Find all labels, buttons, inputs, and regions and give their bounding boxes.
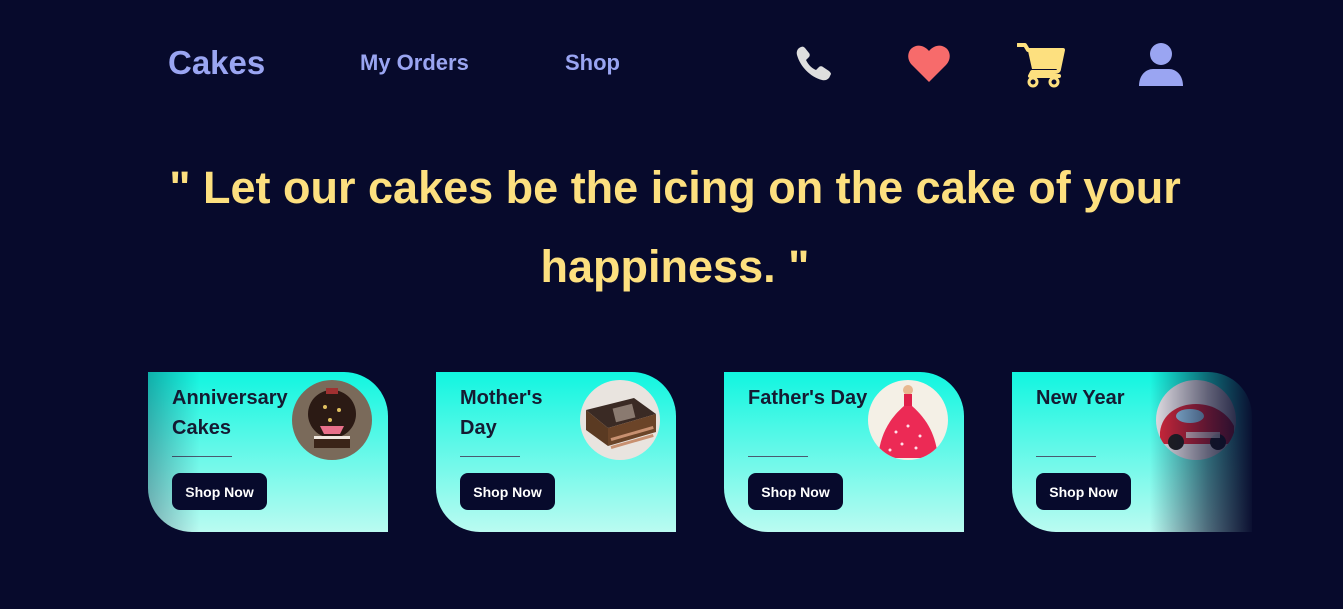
nav-my-orders[interactable]: My Orders xyxy=(360,50,469,76)
card-title: Anniversary Cakes xyxy=(172,387,288,439)
chocolate-slice-cake-image xyxy=(580,380,660,460)
nav-shop[interactable]: Shop xyxy=(565,50,620,76)
red-car-cake-image xyxy=(1156,380,1236,460)
divider xyxy=(172,456,232,457)
cart-icon[interactable] xyxy=(1017,42,1065,88)
category-card-fathers-day[interactable]: Father's Day Shop Now xyxy=(724,372,964,532)
heart-icon[interactable] xyxy=(907,44,951,84)
category-card-anniversary[interactable]: Anniversary Cakes Shop Now xyxy=(148,372,388,532)
card-title: Mother's Day xyxy=(460,387,543,439)
hero-quote: " Let our cakes be the icing on the cake… xyxy=(169,162,1181,292)
card-title: Father's Day xyxy=(748,387,868,409)
doll-dress-cake-image xyxy=(868,380,948,460)
shop-now-button[interactable]: Shop Now xyxy=(460,473,555,510)
divider xyxy=(1036,456,1096,457)
phone-icon[interactable] xyxy=(793,44,833,84)
card-title: New Year xyxy=(1036,387,1125,409)
shop-now-button[interactable]: Shop Now xyxy=(748,473,843,510)
category-card-mothers-day[interactable]: Mother's Day Shop Now xyxy=(436,372,676,532)
shop-now-button[interactable]: Shop Now xyxy=(172,473,267,510)
chocolate-anniversary-cake-image xyxy=(292,380,372,460)
shop-now-button[interactable]: Shop Now xyxy=(1036,473,1131,510)
page: Cakes My Orders Shop " Let our cakes be … xyxy=(0,0,1343,609)
user-icon[interactable] xyxy=(1138,42,1184,88)
divider xyxy=(748,456,808,457)
divider xyxy=(460,456,520,457)
brand-logo[interactable]: Cakes xyxy=(168,44,265,82)
category-card-new-year[interactable]: New Year Shop Now xyxy=(1012,372,1252,532)
